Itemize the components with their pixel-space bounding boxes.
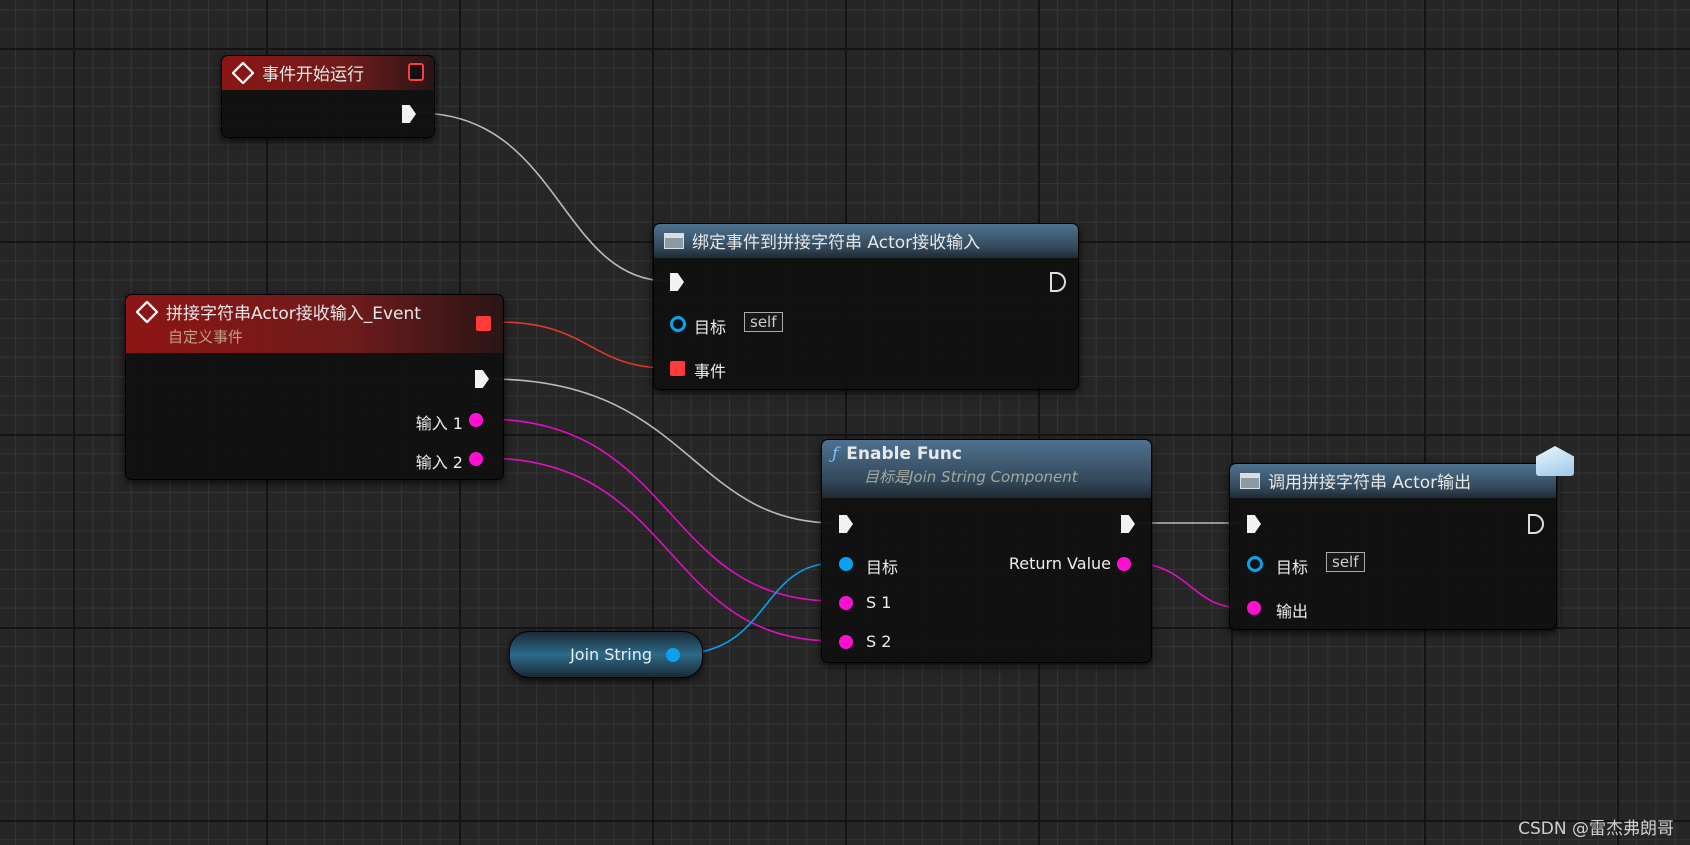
exec-output-pin[interactable] — [1121, 515, 1135, 533]
target-label: 目标 — [866, 558, 899, 577]
bind-event-node[interactable]: 绑定事件到拼接字符串 Actor接收输入 目标 self 事件 — [653, 223, 1079, 390]
node-subtitle: 目标是Join String Component — [864, 468, 1078, 486]
begin-play-node[interactable]: 事件开始运行 — [221, 55, 435, 138]
event-label: 事件 — [694, 362, 727, 381]
variable-output-pin[interactable] — [666, 648, 680, 662]
s2-label: S 2 — [866, 632, 892, 651]
input2-pin[interactable] — [469, 452, 483, 466]
wire-input2-s2 — [483, 457, 836, 642]
input1-label: 输入 1 — [415, 414, 463, 433]
call-dispatcher-node[interactable]: 调用拼接字符串 Actor输出 目标 self 输出 — [1229, 446, 1574, 630]
exec-output-pin[interactable] — [475, 370, 489, 388]
function-f-icon: ƒ — [832, 444, 839, 464]
s1-label: S 1 — [866, 593, 892, 612]
target-self-value[interactable]: self — [1326, 552, 1365, 572]
node-title: 绑定事件到拼接字符串 Actor接收输入 — [692, 233, 981, 253]
target-label: 目标 — [1276, 558, 1309, 577]
exec-output-pin[interactable] — [402, 105, 416, 123]
variable-label: Join String — [570, 645, 652, 664]
exec-output-pin[interactable] — [1050, 272, 1066, 292]
exec-input-pin[interactable] — [839, 515, 853, 533]
s2-pin[interactable] — [839, 635, 853, 649]
join-string-variable-node[interactable]: Join String — [509, 631, 703, 678]
event-icon — [135, 299, 159, 324]
node-header: 拼接字符串Actor接收输入_Event 自定义事件 — [126, 295, 503, 353]
delegate-output-pin[interactable] — [476, 316, 491, 331]
exec-output-pin[interactable] — [1528, 514, 1544, 534]
target-self-value[interactable]: self — [744, 312, 783, 332]
delegate-output-pin[interactable] — [408, 63, 424, 81]
return-value-pin[interactable] — [1117, 557, 1131, 571]
node-header: 事件开始运行 — [222, 56, 434, 90]
node-title: 调用拼接字符串 Actor输出 — [1268, 473, 1472, 493]
node-header: 绑定事件到拼接字符串 Actor接收输入 — [654, 224, 1078, 258]
input2-label: 输入 2 — [415, 453, 463, 472]
event-icon — [231, 60, 255, 85]
node-title: 拼接字符串Actor接收输入_Event — [166, 304, 421, 324]
wire-input1-s1 — [483, 418, 836, 602]
node-subtitle: 自定义事件 — [168, 328, 244, 346]
function-icon — [1240, 472, 1260, 489]
return-value-label: Return Value — [1008, 554, 1111, 573]
wire-exec-event-enable — [489, 378, 836, 524]
watermark: CSDN @雷杰弗朗哥 — [1518, 819, 1674, 839]
node-header: 调用拼接字符串 Actor输出 — [1230, 464, 1556, 498]
node-title: Enable Func — [846, 444, 962, 464]
output-label: 输出 — [1276, 602, 1309, 621]
output-pin[interactable] — [1247, 601, 1261, 615]
target-pin[interactable] — [670, 316, 686, 332]
exec-input-pin[interactable] — [670, 273, 684, 291]
s1-pin[interactable] — [839, 596, 853, 610]
wire-exec-begin-bind — [417, 112, 669, 282]
node-header: ƒ Enable Func 目标是Join String Component — [822, 440, 1151, 498]
function-icon — [664, 232, 684, 249]
exec-input-pin[interactable] — [1247, 515, 1261, 533]
target-pin[interactable] — [1247, 556, 1263, 572]
enable-func-node[interactable]: ƒ Enable Func 目标是Join String Component 目标… — [821, 439, 1152, 663]
node-title: 事件开始运行 — [262, 65, 364, 85]
target-pin[interactable] — [839, 557, 853, 571]
custom-event-node[interactable]: 拼接字符串Actor接收输入_Event 自定义事件 输入 1 输入 2 — [125, 294, 504, 480]
wire-delegate — [497, 321, 669, 369]
event-delegate-pin[interactable] — [670, 361, 685, 376]
input1-pin[interactable] — [469, 413, 483, 427]
target-label: 目标 — [694, 318, 727, 337]
